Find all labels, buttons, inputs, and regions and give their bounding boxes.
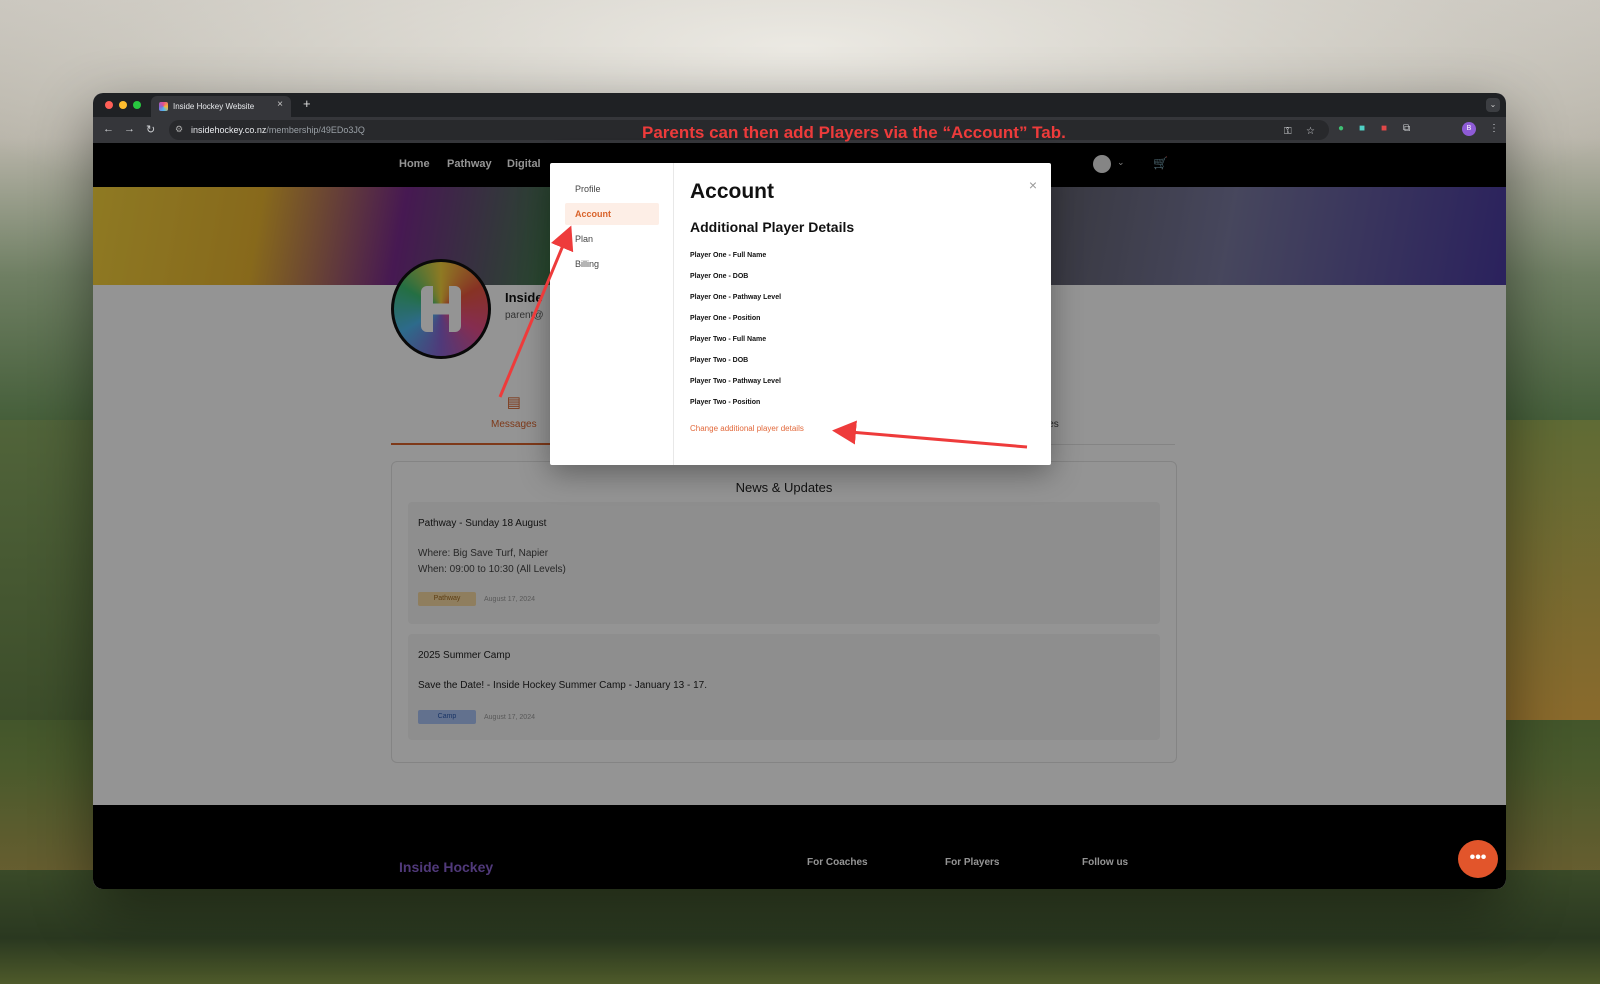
- player-field-label: Player Two - DOB: [690, 357, 749, 364]
- bookmark-star-icon[interactable]: ☆: [1306, 126, 1315, 137]
- minimize-window-button[interactable]: [119, 101, 127, 109]
- menu-item-profile[interactable]: Profile: [565, 178, 659, 200]
- tab-search-chevron-icon[interactable]: ⌄: [1486, 98, 1500, 112]
- site-info-icon[interactable]: ⚙: [175, 124, 183, 135]
- browser-tab[interactable]: Inside Hockey Website ×: [151, 96, 291, 117]
- forward-arrow-icon[interactable]: →: [124, 123, 135, 135]
- browser-toolbar: ← → ↻ ⚙ insidehockey.co.nz/membership/49…: [93, 117, 1506, 143]
- menu-item-plan[interactable]: Plan: [565, 228, 659, 250]
- player-field-label: Player Two - Pathway Level: [690, 378, 781, 385]
- close-icon[interactable]: ×: [1029, 177, 1037, 193]
- extension-red-icon[interactable]: ■: [1381, 123, 1387, 134]
- extensions-puzzle-icon[interactable]: ⧉: [1403, 123, 1410, 134]
- tab-close-icon[interactable]: ×: [277, 99, 283, 110]
- menu-item-account[interactable]: Account: [565, 203, 659, 225]
- modal-title: Account: [690, 180, 774, 203]
- back-arrow-icon[interactable]: ←: [103, 123, 114, 135]
- browser-profile-avatar[interactable]: B: [1462, 122, 1476, 136]
- close-window-button[interactable]: [105, 101, 113, 109]
- browser-menu-icon[interactable]: ⋮: [1489, 123, 1499, 134]
- new-tab-button[interactable]: +: [303, 96, 311, 111]
- player-field-label: Player One - Position: [690, 315, 761, 322]
- modal-sidebar: Profile Account Plan Billing: [550, 163, 674, 465]
- window-controls: [105, 101, 141, 109]
- player-field-label: Player Two - Position: [690, 399, 761, 406]
- reload-icon[interactable]: ↻: [146, 123, 155, 136]
- account-modal: Profile Account Plan Billing × Account A…: [550, 163, 1051, 465]
- site-favicon-icon: [159, 102, 168, 111]
- modal-subtitle: Additional Player Details: [690, 219, 855, 235]
- tab-title: Inside Hockey Website: [173, 102, 255, 111]
- address-bar[interactable]: ⚙ insidehockey.co.nz/membership/49EDo3JQ…: [169, 120, 1329, 142]
- player-field-label: Player Two - Full Name: [690, 336, 767, 343]
- player-field-label: Player One - DOB: [690, 273, 749, 280]
- extension-green-icon[interactable]: ●: [1338, 123, 1344, 134]
- menu-item-billing[interactable]: Billing: [565, 253, 659, 275]
- extension-teal-icon[interactable]: ■: [1359, 123, 1365, 134]
- tutorial-annotation-text: Parents can then add Players via the “Ac…: [642, 123, 1066, 142]
- change-player-details-link[interactable]: Change additional player details: [690, 424, 804, 433]
- player-field-label: Player One - Pathway Level: [690, 294, 782, 301]
- desktop-landscape-right: [1500, 420, 1600, 720]
- maximize-window-button[interactable]: [133, 101, 141, 109]
- address-url: insidehockey.co.nz/membership/49EDo3JQ: [191, 125, 365, 135]
- tab-bar: Inside Hockey Website × + ⌄: [93, 93, 1506, 117]
- player-field-label: Player One - Full Name: [690, 252, 767, 259]
- chat-bubble-icon[interactable]: •••: [1458, 840, 1498, 878]
- password-key-icon[interactable]: ⚿: [1284, 126, 1292, 137]
